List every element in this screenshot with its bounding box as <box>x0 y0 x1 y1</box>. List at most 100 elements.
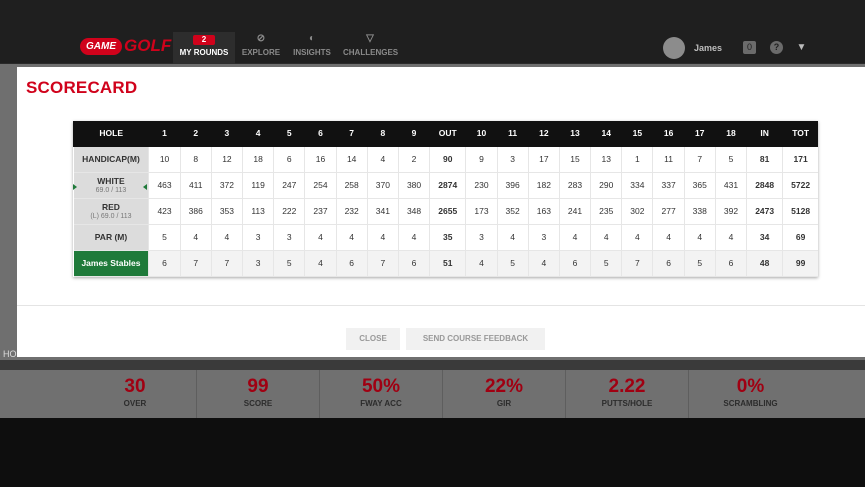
score-cell: 4 <box>179 224 212 251</box>
tee-rating-text: (L) 69.0 / 113 <box>90 213 132 220</box>
score-cell: 3 <box>273 224 305 251</box>
hole-header: HOLE <box>72 121 149 147</box>
hole-column-header: 8 <box>366 121 399 147</box>
scorecard-table: HOLE 1 2 3 4 5 6 7 8 9 OUT 10 11 12 13 14 15 16 17 18 IN TOT … <box>72 121 818 277</box>
score-cell: 392 <box>714 198 747 225</box>
avatar[interactable] <box>663 37 685 59</box>
score-cell: 2 <box>397 146 430 173</box>
score-cell: 12 <box>210 146 243 173</box>
score-cell: 4 <box>465 250 498 277</box>
stat-value: 2.22 <box>608 376 646 397</box>
footer-dark-area <box>0 418 865 487</box>
score-cell: 348 <box>397 198 430 225</box>
tee-selected-right-icon <box>143 184 147 190</box>
score-cell: 222 <box>273 198 305 225</box>
score-cell: 463 <box>148 172 181 199</box>
score-cell: 16 <box>304 146 337 173</box>
stat-label: OVER <box>123 399 147 408</box>
hole-column-header: 4 <box>242 121 274 147</box>
hole-column-header: 1 <box>148 121 181 147</box>
score-cell: 5 <box>273 250 305 277</box>
row-label: PAR (M) <box>73 224 149 251</box>
score-cell: 11 <box>652 146 685 173</box>
hole-column-header: OUT <box>429 121 466 147</box>
stat-label: SCRAMBLING <box>723 399 778 408</box>
nav-insights-label: INSIGHTS <box>293 48 331 57</box>
score-cell: 7 <box>621 250 653 277</box>
score-cell: 431 <box>714 172 747 199</box>
score-cell: 5 <box>148 224 181 251</box>
compass-icon: ⊘ <box>256 33 266 44</box>
score-cell: 3 <box>496 146 529 173</box>
modal-divider <box>17 305 865 306</box>
score-cell: 277 <box>652 198 685 225</box>
score-cell: 386 <box>179 198 212 225</box>
red-tee-row[interactable]: RED (L) 69.0 / 113 423 386 353 113 222 237 232 34… <box>73 198 818 225</box>
score-cell: 6 <box>335 250 368 277</box>
score-cell: 370 <box>366 172 399 199</box>
score-cell: 6 <box>273 146 305 173</box>
hole-column-header: 9 <box>397 121 430 147</box>
app-root: GAME GOLF 2 MY ROUNDS ⊘ EXPLORE ◐ INSIGH… <box>0 0 865 487</box>
score-cell: 14 <box>335 146 368 173</box>
score-cell: 1 <box>621 146 653 173</box>
score-cell: 163 <box>527 198 560 225</box>
score-cell: 10 <box>148 146 181 173</box>
gamegolf-logo[interactable]: GAME GOLF <box>80 36 171 56</box>
score-cell: 113 <box>242 198 274 225</box>
score-cell: 4 <box>210 224 243 251</box>
help-icon[interactable]: ? <box>770 41 783 54</box>
score-cell: 34 <box>746 224 783 251</box>
score-cell: 4 <box>714 224 747 251</box>
hole-column-header: 3 <box>210 121 243 147</box>
score-cell: 4 <box>397 224 430 251</box>
hole-column-header: 14 <box>590 121 622 147</box>
row-label-text: WHITE <box>97 176 125 186</box>
score-cell: 119 <box>242 172 274 199</box>
score-cell: 353 <box>210 198 243 225</box>
nav-my-rounds-label: MY ROUNDS <box>179 48 229 57</box>
hole-column-header: 11 <box>496 121 529 147</box>
score-cell: 396 <box>496 172 529 199</box>
score-cell: 6 <box>397 250 430 277</box>
row-label-text: RED <box>102 202 120 212</box>
score-cell: 7 <box>683 146 716 173</box>
score-cell: 9 <box>465 146 498 173</box>
stat-label: FWAY ACC <box>360 399 402 408</box>
score-cell: 337 <box>652 172 685 199</box>
score-cell: 5128 <box>782 198 818 225</box>
stat-value: 99 <box>247 376 269 397</box>
score-cell: 283 <box>558 172 591 199</box>
scorecard-modal: SCORECARD HOLE 1 2 3 4 5 6 7 8 9 OUT 10 11 12 13 14 15 16… <box>17 67 865 357</box>
score-cell: 5 <box>590 250 622 277</box>
score-cell: 8 <box>179 146 212 173</box>
close-button[interactable]: CLOSE <box>346 328 400 350</box>
score-cell: 4 <box>590 224 622 251</box>
score-cell: 4 <box>335 224 368 251</box>
nav-explore[interactable]: ⊘ EXPLORE <box>238 32 284 64</box>
row-label-text: PAR (M) <box>94 232 128 242</box>
score-cell: 7 <box>179 250 212 277</box>
score-cell: 4 <box>527 250 560 277</box>
nav-explore-label: EXPLORE <box>241 48 281 57</box>
stat-putts-hole: 2.22 PUTTS/HOLE <box>566 370 689 418</box>
user-name[interactable]: James <box>694 43 722 53</box>
nav-challenges-label: CHALLENGES <box>343 48 399 57</box>
score-cell: 6 <box>558 250 591 277</box>
score-cell: 4 <box>366 146 399 173</box>
nav-challenges[interactable]: ▽ CHALLENGES <box>343 32 399 64</box>
trophy-icon: ▽ <box>366 33 374 44</box>
score-cell: 4 <box>496 224 529 251</box>
nav-my-rounds[interactable]: 2 MY ROUNDS <box>173 32 235 64</box>
white-tee-row[interactable]: WHITE 69.0 / 113 463 411 372 119 247 254 258 370 3… <box>73 172 818 199</box>
score-cell: 5 <box>496 250 529 277</box>
score-cell: 7 <box>366 250 399 277</box>
row-label: RED (L) 69.0 / 113 <box>73 198 149 225</box>
logo-golf-text: GOLF <box>124 36 172 55</box>
hole-column-header: 5 <box>273 121 305 147</box>
messages-icon[interactable]: 0 <box>743 41 756 54</box>
send-course-feedback-button[interactable]: SEND COURSE FEEDBACK <box>406 328 545 350</box>
chevron-down-icon[interactable]: ▼ <box>795 41 808 54</box>
hole-column-header: IN <box>746 121 783 147</box>
nav-insights[interactable]: ◐ INSIGHTS <box>290 32 334 64</box>
